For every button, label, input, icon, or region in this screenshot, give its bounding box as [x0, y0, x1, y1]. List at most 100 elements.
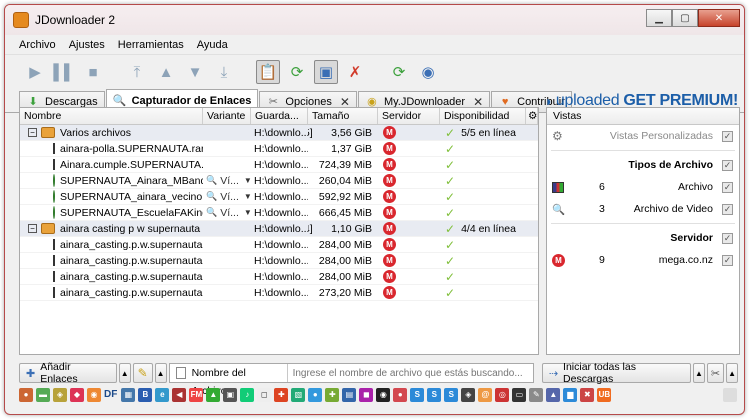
update-icon[interactable]: ◉ [416, 60, 440, 84]
filetype-checkbox[interactable]: ✓ [722, 181, 733, 193]
collapse-icon[interactable]: − [28, 224, 37, 233]
plugin-icon[interactable]: ◼ [359, 388, 374, 402]
plugin-icon[interactable]: ♪ [240, 388, 255, 402]
clear-list-button[interactable]: ✎ [132, 363, 153, 383]
variant-cell[interactable]: 🔍Ví... ▼ [203, 175, 251, 187]
move-bottom-icon[interactable]: ⤓ [212, 60, 236, 84]
plugin-icon[interactable]: ▭ [512, 388, 527, 402]
filetype-video-row[interactable]: 🔍 3 Archivo de Video ✓ [547, 198, 739, 220]
add-links-button[interactable]: ✚ Añadir Enlaces [19, 361, 117, 385]
fm-icon[interactable]: FM [189, 388, 204, 402]
b-icon[interactable]: B [138, 388, 153, 402]
move-top-icon[interactable]: ⤒ [125, 60, 149, 84]
maximize-button[interactable]: ▢ [672, 9, 698, 27]
plugin-icon[interactable]: ◈ [53, 388, 67, 402]
column-settings-icon[interactable]: ⚙ [526, 108, 538, 124]
settings-tools-dropdown[interactable]: ▲ [726, 363, 739, 383]
plugin-icon[interactable]: ● [308, 388, 323, 402]
column-header[interactable]: Tamaño [308, 108, 378, 124]
file-row[interactable]: ainara_casting.p.w.supernauta.... H:\down… [20, 237, 538, 253]
s-icon[interactable]: S [427, 388, 442, 402]
file-row[interactable]: SUPERNAUTA_ainara_vecino.mp🔍Ví... ▼H:\dow… [20, 189, 538, 205]
chevron-down-icon[interactable]: ▼ [244, 192, 251, 201]
stop-icon[interactable]: ■ [81, 60, 105, 84]
minimize-button[interactable]: ▁ [646, 9, 672, 27]
plugin-icon[interactable]: ✎ [529, 388, 544, 402]
variant-cell[interactable]: 🔍Ví... ▼ [203, 191, 251, 203]
plugin-icon[interactable]: ● [393, 388, 408, 402]
column-header[interactable]: Disponibilidad [440, 108, 526, 124]
plugin-icon[interactable]: ✖ [580, 388, 595, 402]
file-row[interactable]: ainara-polla.SUPERNAUTA.rar H:\downlo... 1… [20, 141, 538, 157]
auto-reconnect-icon[interactable]: ⟳ [285, 60, 309, 84]
file-row[interactable]: SUPERNAUTA_EscuelaFAKings...🔍Ví... ▼H:\do… [20, 205, 538, 221]
pause-icon[interactable]: ▌▌ [52, 60, 76, 84]
file-row[interactable]: ainara_casting.p.w.supernauta.... H:\down… [20, 269, 538, 285]
plugin-icon[interactable]: ◉ [376, 388, 391, 402]
folder-icon[interactable]: ▬ [36, 388, 50, 402]
s-icon[interactable]: S [410, 388, 425, 402]
plugin-icon[interactable]: @ [478, 388, 493, 402]
plugin-icon[interactable]: ◆ [70, 388, 84, 402]
move-up-icon[interactable]: ▲ [154, 60, 178, 84]
column-header[interactable]: Guarda... [251, 108, 308, 124]
gear-icon[interactable]: ⚙ [552, 129, 563, 143]
plugin-icon[interactable]: ◀ [172, 388, 187, 402]
plugin-icon[interactable]: ▲ [206, 388, 221, 402]
add-links-dropdown[interactable]: ▲ [118, 363, 131, 383]
ub-icon[interactable]: UB [597, 388, 612, 402]
plugin-icon[interactable]: ◻ [257, 388, 272, 402]
settings-tools-button[interactable]: ✂ [706, 363, 725, 383]
reconnect-icon[interactable]: ⟳ [387, 60, 411, 84]
menu-ayuda[interactable]: Ayuda [197, 39, 228, 51]
status-settings-icon[interactable] [723, 388, 737, 402]
collapse-icon[interactable]: − [28, 128, 37, 137]
plugin-icon[interactable]: e [155, 388, 170, 402]
menu-ajustes[interactable]: Ajustes [69, 39, 105, 51]
file-row[interactable]: ainara_casting.p.w.supernauta.... H:\down… [20, 253, 538, 269]
package-row[interactable]: − ainara casting p w supernauta H:\downlo.… [20, 221, 538, 237]
package-row[interactable]: − Varios archivos H:\downlo...[5] 3,56 GiB M… [20, 125, 538, 141]
start-all-dropdown[interactable]: ▲ [693, 363, 705, 383]
file-row[interactable]: SUPERNAUTA_Ainara_MBander...🔍Ví... ▼H:\do… [20, 173, 538, 189]
plugin-icon[interactable]: ▆ [563, 388, 578, 402]
server-mega-row[interactable]: M 9 mega.co.nz ✓ [547, 249, 739, 271]
clipboard-monitor-icon[interactable]: 📋 [256, 60, 280, 84]
play-icon[interactable]: ▶ [23, 60, 47, 84]
start-all-downloads-button[interactable]: ⇢ Iniciar todas las Descargas [541, 361, 692, 385]
variant-cell[interactable]: 🔍Ví... ▼ [203, 207, 251, 219]
filetype-checkbox[interactable]: ✓ [722, 203, 733, 215]
plugin-icon[interactable]: ◉ [87, 388, 101, 402]
move-down-icon[interactable]: ▼ [183, 60, 207, 84]
menu-archivo[interactable]: Archivo [19, 39, 56, 51]
filetype-archive-row[interactable]: 6 Archivo ✓ [547, 176, 739, 198]
custom-views-row[interactable]: ⚙ Vistas Personalizadas ✓ [547, 125, 739, 147]
close-button[interactable]: ✕ [698, 9, 740, 27]
plugin-icon[interactable]: ▦ [121, 388, 136, 402]
plugin-icon[interactable]: ▧ [291, 388, 306, 402]
clear-list-dropdown[interactable]: ▲ [154, 363, 167, 383]
search-input[interactable] [287, 367, 528, 379]
file-row[interactable]: ainara_casting.p.w.supernauta.... H:\down… [20, 285, 538, 301]
chevron-down-icon[interactable]: ▼ [244, 176, 251, 185]
server-host-checkbox[interactable]: ✓ [722, 254, 733, 266]
plugin-icon[interactable]: ▣ [223, 388, 238, 402]
column-header[interactable]: Nombre [20, 108, 203, 124]
file-row[interactable]: Ainara.cumple.SUPERNAUTA.rar H:\downlo...… [20, 157, 538, 173]
s-icon[interactable]: S [444, 388, 459, 402]
plugin-icon[interactable]: ▤ [342, 388, 357, 402]
search-filter-select[interactable]: Nombre del Archivo [170, 364, 288, 397]
plugin-icon[interactable]: ✚ [274, 388, 289, 402]
server-checkbox[interactable]: ✓ [722, 232, 733, 244]
column-header[interactable]: Variante [203, 108, 251, 124]
menu-herramientas[interactable]: Herramientas [118, 39, 184, 51]
plugin-icon[interactable]: ◎ [495, 388, 510, 402]
filetypes-checkbox[interactable]: ✓ [722, 159, 733, 171]
plugin-icon[interactable]: ✚ [325, 388, 340, 402]
df-icon[interactable]: DF [104, 388, 117, 402]
plugin-icon[interactable]: ● [19, 388, 33, 402]
chevron-down-icon[interactable]: ▼ [244, 208, 251, 217]
premium-toggle-icon[interactable]: ▣ [314, 60, 338, 84]
custom-views-checkbox[interactable]: ✓ [722, 130, 733, 142]
plugin-icon[interactable]: ◈ [461, 388, 476, 402]
